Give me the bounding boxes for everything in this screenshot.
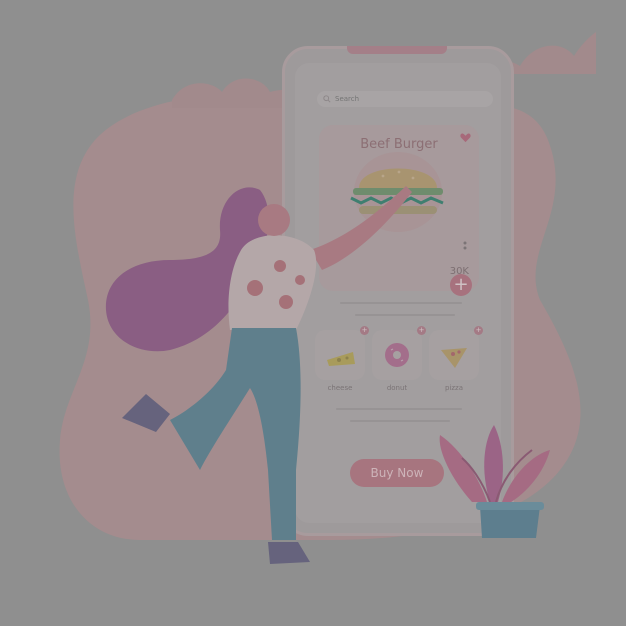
illustration-scene: Beef Burger 30K + +	[0, 0, 626, 626]
category-add-badge[interactable]: +	[474, 326, 483, 335]
more-dots-icon[interactable]	[463, 241, 467, 255]
heart-icon[interactable]	[460, 133, 471, 143]
phone-notch	[347, 46, 447, 54]
search-icon	[323, 95, 331, 103]
jeans	[170, 328, 301, 540]
right-shoe	[268, 542, 310, 564]
left-arm	[310, 186, 412, 270]
pizza-icon	[441, 348, 467, 368]
search-input[interactable]	[331, 95, 475, 103]
search-bar[interactable]	[317, 91, 493, 107]
category-pizza[interactable]: +	[429, 326, 483, 380]
woman-character	[105, 186, 412, 564]
left-shoe	[122, 394, 170, 432]
add-to-cart-button[interactable]: +	[450, 274, 472, 296]
plant-decoration	[439, 425, 550, 538]
category-label-pizza: pizza	[444, 384, 464, 392]
